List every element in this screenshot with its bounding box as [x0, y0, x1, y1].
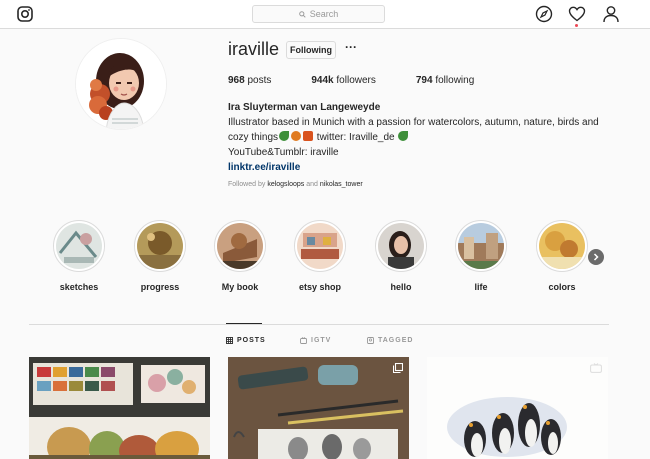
followed-by-user-1[interactable]: kelogsloops — [267, 181, 304, 188]
highlight-thumbnail — [217, 223, 263, 269]
more-options-button[interactable]: ··· — [345, 40, 357, 54]
tab-tagged[interactable]: TAGGED — [367, 337, 413, 344]
multiple-posts-icon — [393, 363, 403, 373]
highlight-label: life — [474, 282, 488, 292]
highlight-ring — [536, 220, 588, 272]
bio-line-2: cozy things twitter: Iraville_de — [228, 130, 608, 145]
post-image — [29, 357, 210, 459]
highlight-ring — [214, 220, 266, 272]
igtv-icon — [300, 337, 307, 344]
highlight-etsy-shop[interactable]: etsy shop — [290, 220, 350, 292]
profile-website-link[interactable]: linktr.ee/iraville — [228, 160, 608, 175]
search-placeholder: Search — [309, 9, 339, 19]
bio-line-3: YouTube&Tumblr: iraville — [228, 147, 339, 158]
profile-bio: Ira Sluyterman van Langeweyde Illustrato… — [228, 100, 608, 175]
profile-full-name: Ira Sluyterman van Langeweyde — [228, 102, 381, 113]
highlights-next-button[interactable] — [588, 249, 604, 265]
post-thumbnail[interactable] — [228, 357, 409, 459]
highlight-label: hello — [390, 282, 412, 292]
maple-leaf-icon — [303, 131, 314, 141]
post-image — [228, 357, 409, 459]
search-input[interactable]: Search — [252, 5, 385, 23]
post-image — [427, 357, 608, 459]
highlight-label: colors — [548, 282, 576, 292]
followers-count-label: followers — [336, 75, 376, 86]
followers-count[interactable]: 944k followers — [311, 75, 376, 86]
bio-line-2-twitter: twitter: Iraville_de — [314, 132, 398, 143]
highlight-ring — [294, 220, 346, 272]
search-icon — [298, 10, 306, 18]
active-tab-indicator — [226, 323, 262, 324]
highlight-ring — [455, 220, 507, 272]
highlight-sketches[interactable]: sketches — [49, 220, 109, 292]
followed-by: Followed by kelogsloops and nikolas_towe… — [228, 181, 363, 188]
clover-icon — [398, 131, 409, 141]
top-nav: Search — [0, 0, 650, 29]
bio-line-2-start: cozy things — [228, 132, 279, 143]
highlight-label: etsy shop — [298, 282, 341, 292]
tab-posts[interactable]: POSTS — [226, 337, 266, 344]
followed-by-prefix: Followed by — [228, 181, 266, 188]
highlight-thumbnail — [56, 223, 102, 269]
post-thumbnail[interactable] — [427, 357, 608, 459]
followers-count-value: 944k — [311, 75, 334, 86]
following-count[interactable]: 794 following — [416, 75, 474, 86]
tab-igtv[interactable]: IGTV — [300, 337, 331, 344]
tab-tagged-label: TAGGED — [378, 337, 414, 344]
tab-posts-label: POSTS — [237, 337, 266, 344]
notification-dot — [575, 24, 578, 27]
highlight-thumbnail — [539, 223, 585, 269]
posts-count: 968 posts — [228, 75, 271, 86]
highlight-label: My book — [221, 282, 259, 292]
profile-avatar[interactable] — [75, 38, 167, 130]
highlight-my-book[interactable]: My book — [210, 220, 270, 292]
tab-igtv-label: IGTV — [311, 337, 332, 344]
highlight-ring — [375, 220, 427, 272]
highlight-progress[interactable]: progress — [130, 220, 190, 292]
followed-by-and: and — [306, 181, 318, 188]
following-button[interactable]: Following — [286, 41, 336, 59]
avatar-illustration — [76, 39, 166, 129]
bio-line-1: Illustrator based in Munich with a passi… — [228, 117, 599, 128]
following-count-value: 794 — [415, 75, 433, 86]
following-count-label: following — [435, 75, 475, 86]
pumpkin-icon — [291, 131, 302, 141]
highlight-thumbnail — [458, 223, 504, 269]
instagram-logo-icon[interactable] — [17, 6, 33, 22]
highlight-ring — [53, 220, 105, 272]
tagged-icon — [367, 337, 374, 344]
posts-count-label: posts — [247, 75, 272, 86]
profile-username: iraville — [228, 39, 280, 59]
grid-icon — [226, 337, 233, 344]
igtv-icon — [590, 363, 602, 373]
profile-stats: 968 posts 944k followers 794 following — [228, 75, 514, 86]
highlight-thumbnail — [378, 223, 424, 269]
highlight-ring — [134, 220, 186, 272]
chevron-right-icon — [593, 253, 599, 261]
tabs-divider — [29, 324, 609, 325]
followed-by-user-2[interactable]: nikolas_tower — [320, 181, 363, 188]
highlight-thumbnail — [137, 223, 183, 269]
highlight-life[interactable]: life — [451, 220, 511, 292]
highlight-label: sketches — [59, 282, 99, 292]
heart-icon[interactable] — [568, 5, 586, 23]
highlight-hello[interactable]: hello — [371, 220, 431, 292]
highlight-label: progress — [140, 282, 180, 292]
highlight-colors[interactable]: colors — [532, 220, 592, 292]
green-leaf-icon — [279, 131, 290, 141]
highlight-thumbnail — [297, 223, 343, 269]
posts-count-value: 968 — [228, 75, 245, 86]
compass-icon[interactable] — [535, 5, 553, 23]
post-thumbnail[interactable] — [29, 357, 210, 459]
person-icon[interactable] — [602, 5, 620, 23]
